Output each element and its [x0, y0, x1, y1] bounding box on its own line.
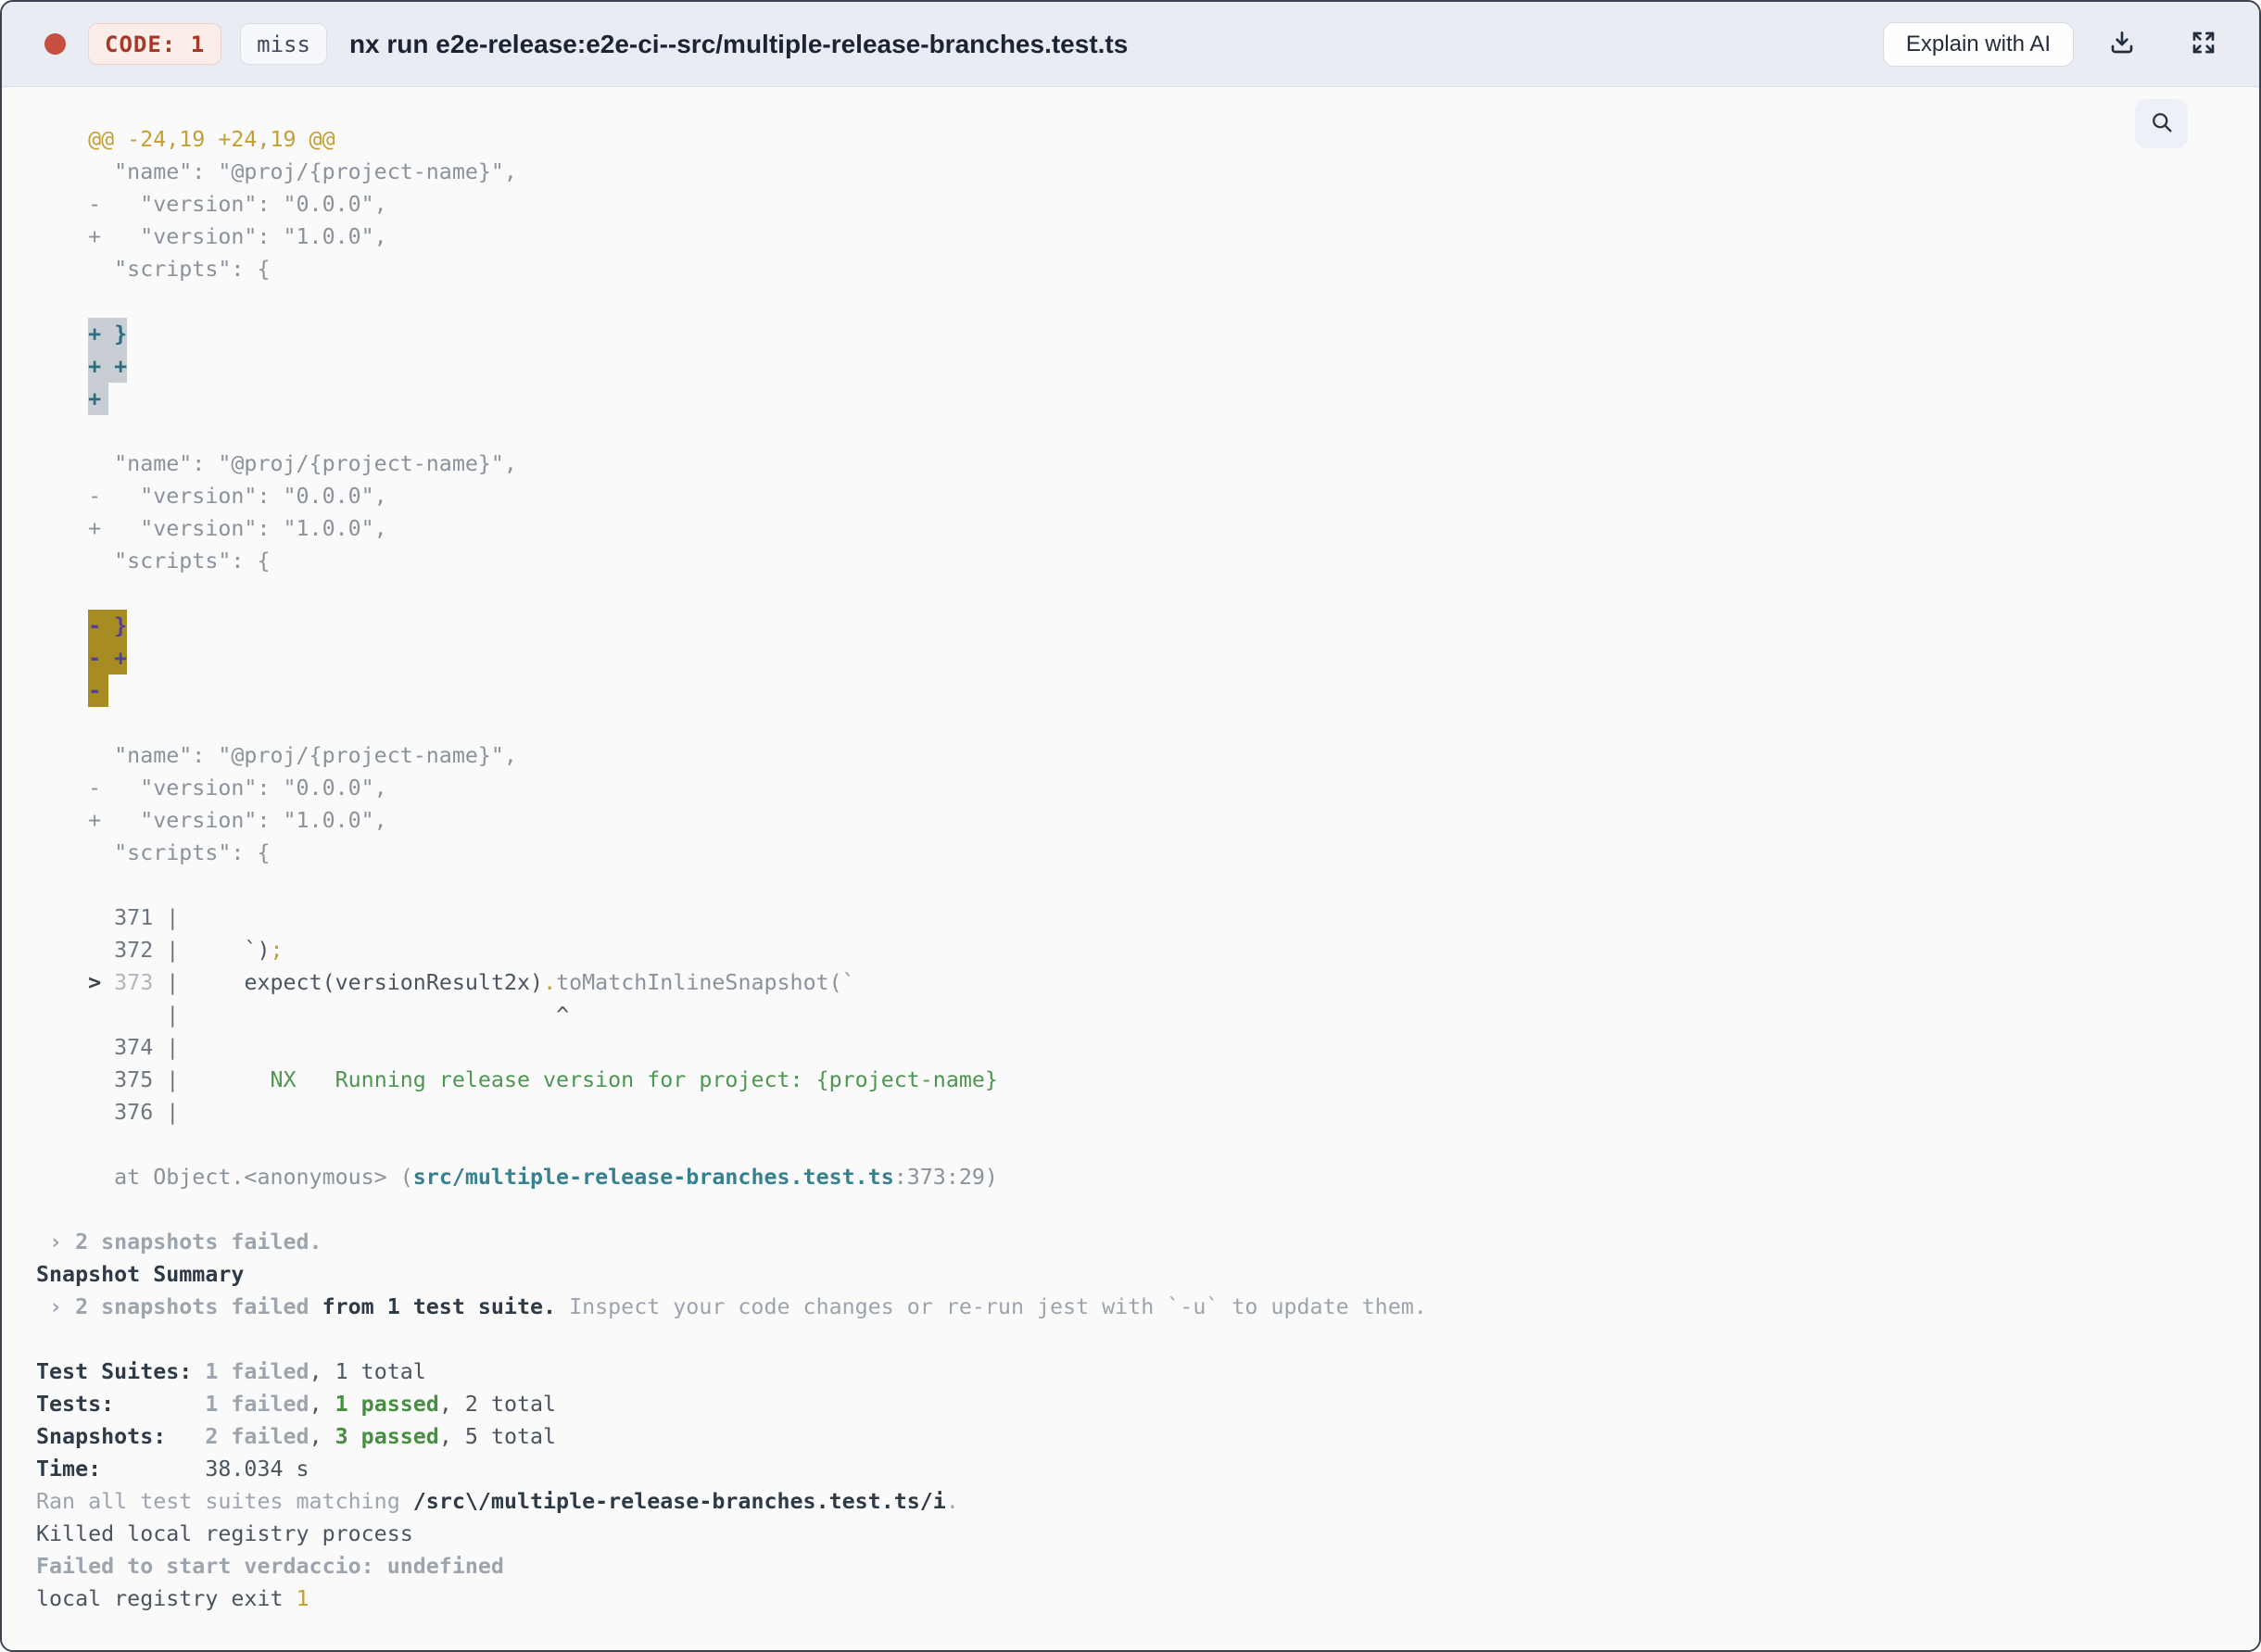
terminal-line: - "version": "0.0.0",: [36, 484, 387, 509]
terminal-line: › 2 snapshots failed.: [36, 1230, 322, 1255]
terminal-line: - "version": "0.0.0",: [36, 192, 387, 217]
terminal-line: + "version": "1.0.0",: [36, 808, 387, 833]
cache-miss-badge: miss: [240, 23, 327, 65]
header-actions: Explain with AI: [1882, 21, 2218, 67]
terminal-line: -: [36, 675, 2259, 707]
terminal-line: "name": "@proj/{project-name}",: [36, 159, 517, 184]
terminal-line: 374 |: [36, 1035, 180, 1060]
terminal-line: | ^: [36, 1003, 570, 1028]
terminal-line: Snapshots: 2 failed, 3 passed, 5 total: [36, 1424, 557, 1449]
terminal-output: @@ -24,19 +24,19 @@ "name": "@proj/{proj…: [2, 87, 2259, 1615]
expand-icon: [2189, 28, 2218, 60]
terminal-line: Tests: 1 failed, 1 passed, 2 total: [36, 1392, 557, 1417]
terminal-line: › 2 snapshots failed from 1 test suite. …: [36, 1294, 1427, 1319]
terminal-line: + }: [36, 318, 2259, 350]
download-icon: [2107, 28, 2137, 60]
exit-code-badge: CODE: 1: [88, 23, 222, 65]
terminal-line: Ran all test suites matching /src\/multi…: [36, 1489, 959, 1514]
fullscreen-button[interactable]: [2189, 28, 2218, 60]
terminal-line: > 373 | expect(versionResult2x).toMatchI…: [88, 970, 855, 995]
terminal-line: @@ -24,19 +24,19 @@: [36, 127, 335, 152]
terminal-line: Failed to start verdaccio: undefined: [36, 1554, 504, 1579]
terminal-line: "scripts": {: [36, 549, 271, 574]
log-content-area: @@ -24,19 +24,19 @@ "name": "@proj/{proj…: [2, 87, 2259, 1650]
search-log-button[interactable]: [2135, 99, 2188, 148]
terminal-line: local registry exit 1: [36, 1586, 309, 1611]
terminal-line: + "version": "1.0.0",: [36, 516, 387, 541]
terminal-line: "scripts": {: [36, 257, 271, 282]
terminal-line: "name": "@proj/{project-name}",: [36, 743, 517, 768]
terminal-line: 371 |: [36, 905, 180, 930]
terminal-line: 372 | `);: [36, 938, 284, 963]
explain-with-ai-button[interactable]: Explain with AI: [1882, 21, 2074, 67]
terminal-line: Snapshot Summary: [36, 1262, 245, 1287]
terminal-line: - }: [36, 610, 2259, 642]
terminal-line: 375 | NX Running release version for pro…: [36, 1067, 998, 1092]
terminal-line: +: [36, 383, 2259, 415]
terminal-line: Time: 38.034 s: [36, 1457, 309, 1482]
terminal-line: "scripts": {: [36, 840, 271, 865]
terminal-line: - "version": "0.0.0",: [36, 776, 387, 801]
failed-status-dot: [44, 33, 66, 55]
terminal-line: + +: [36, 350, 2259, 383]
terminal-line: - +: [36, 642, 2259, 675]
terminal-line: 376 |: [36, 1100, 180, 1125]
explain-with-ai-label: Explain with AI: [1905, 31, 2051, 57]
terminal-line: at Object.<anonymous> (src/multiple-rele…: [36, 1165, 998, 1190]
task-output-window: CODE: 1 miss nx run e2e-release:e2e-ci--…: [0, 0, 2261, 1652]
terminal-line: Test Suites: 1 failed, 1 total: [36, 1359, 426, 1384]
terminal-line: Killed local registry process: [36, 1521, 413, 1546]
search-icon: [2149, 109, 2175, 138]
terminal-line: "name": "@proj/{project-name}",: [36, 451, 517, 476]
task-header: CODE: 1 miss nx run e2e-release:e2e-ci--…: [2, 2, 2259, 87]
download-log-button[interactable]: [2107, 28, 2137, 60]
task-title: nx run e2e-release:e2e-ci--src/multiple-…: [348, 29, 1129, 58]
terminal-line: + "version": "1.0.0",: [36, 224, 387, 249]
